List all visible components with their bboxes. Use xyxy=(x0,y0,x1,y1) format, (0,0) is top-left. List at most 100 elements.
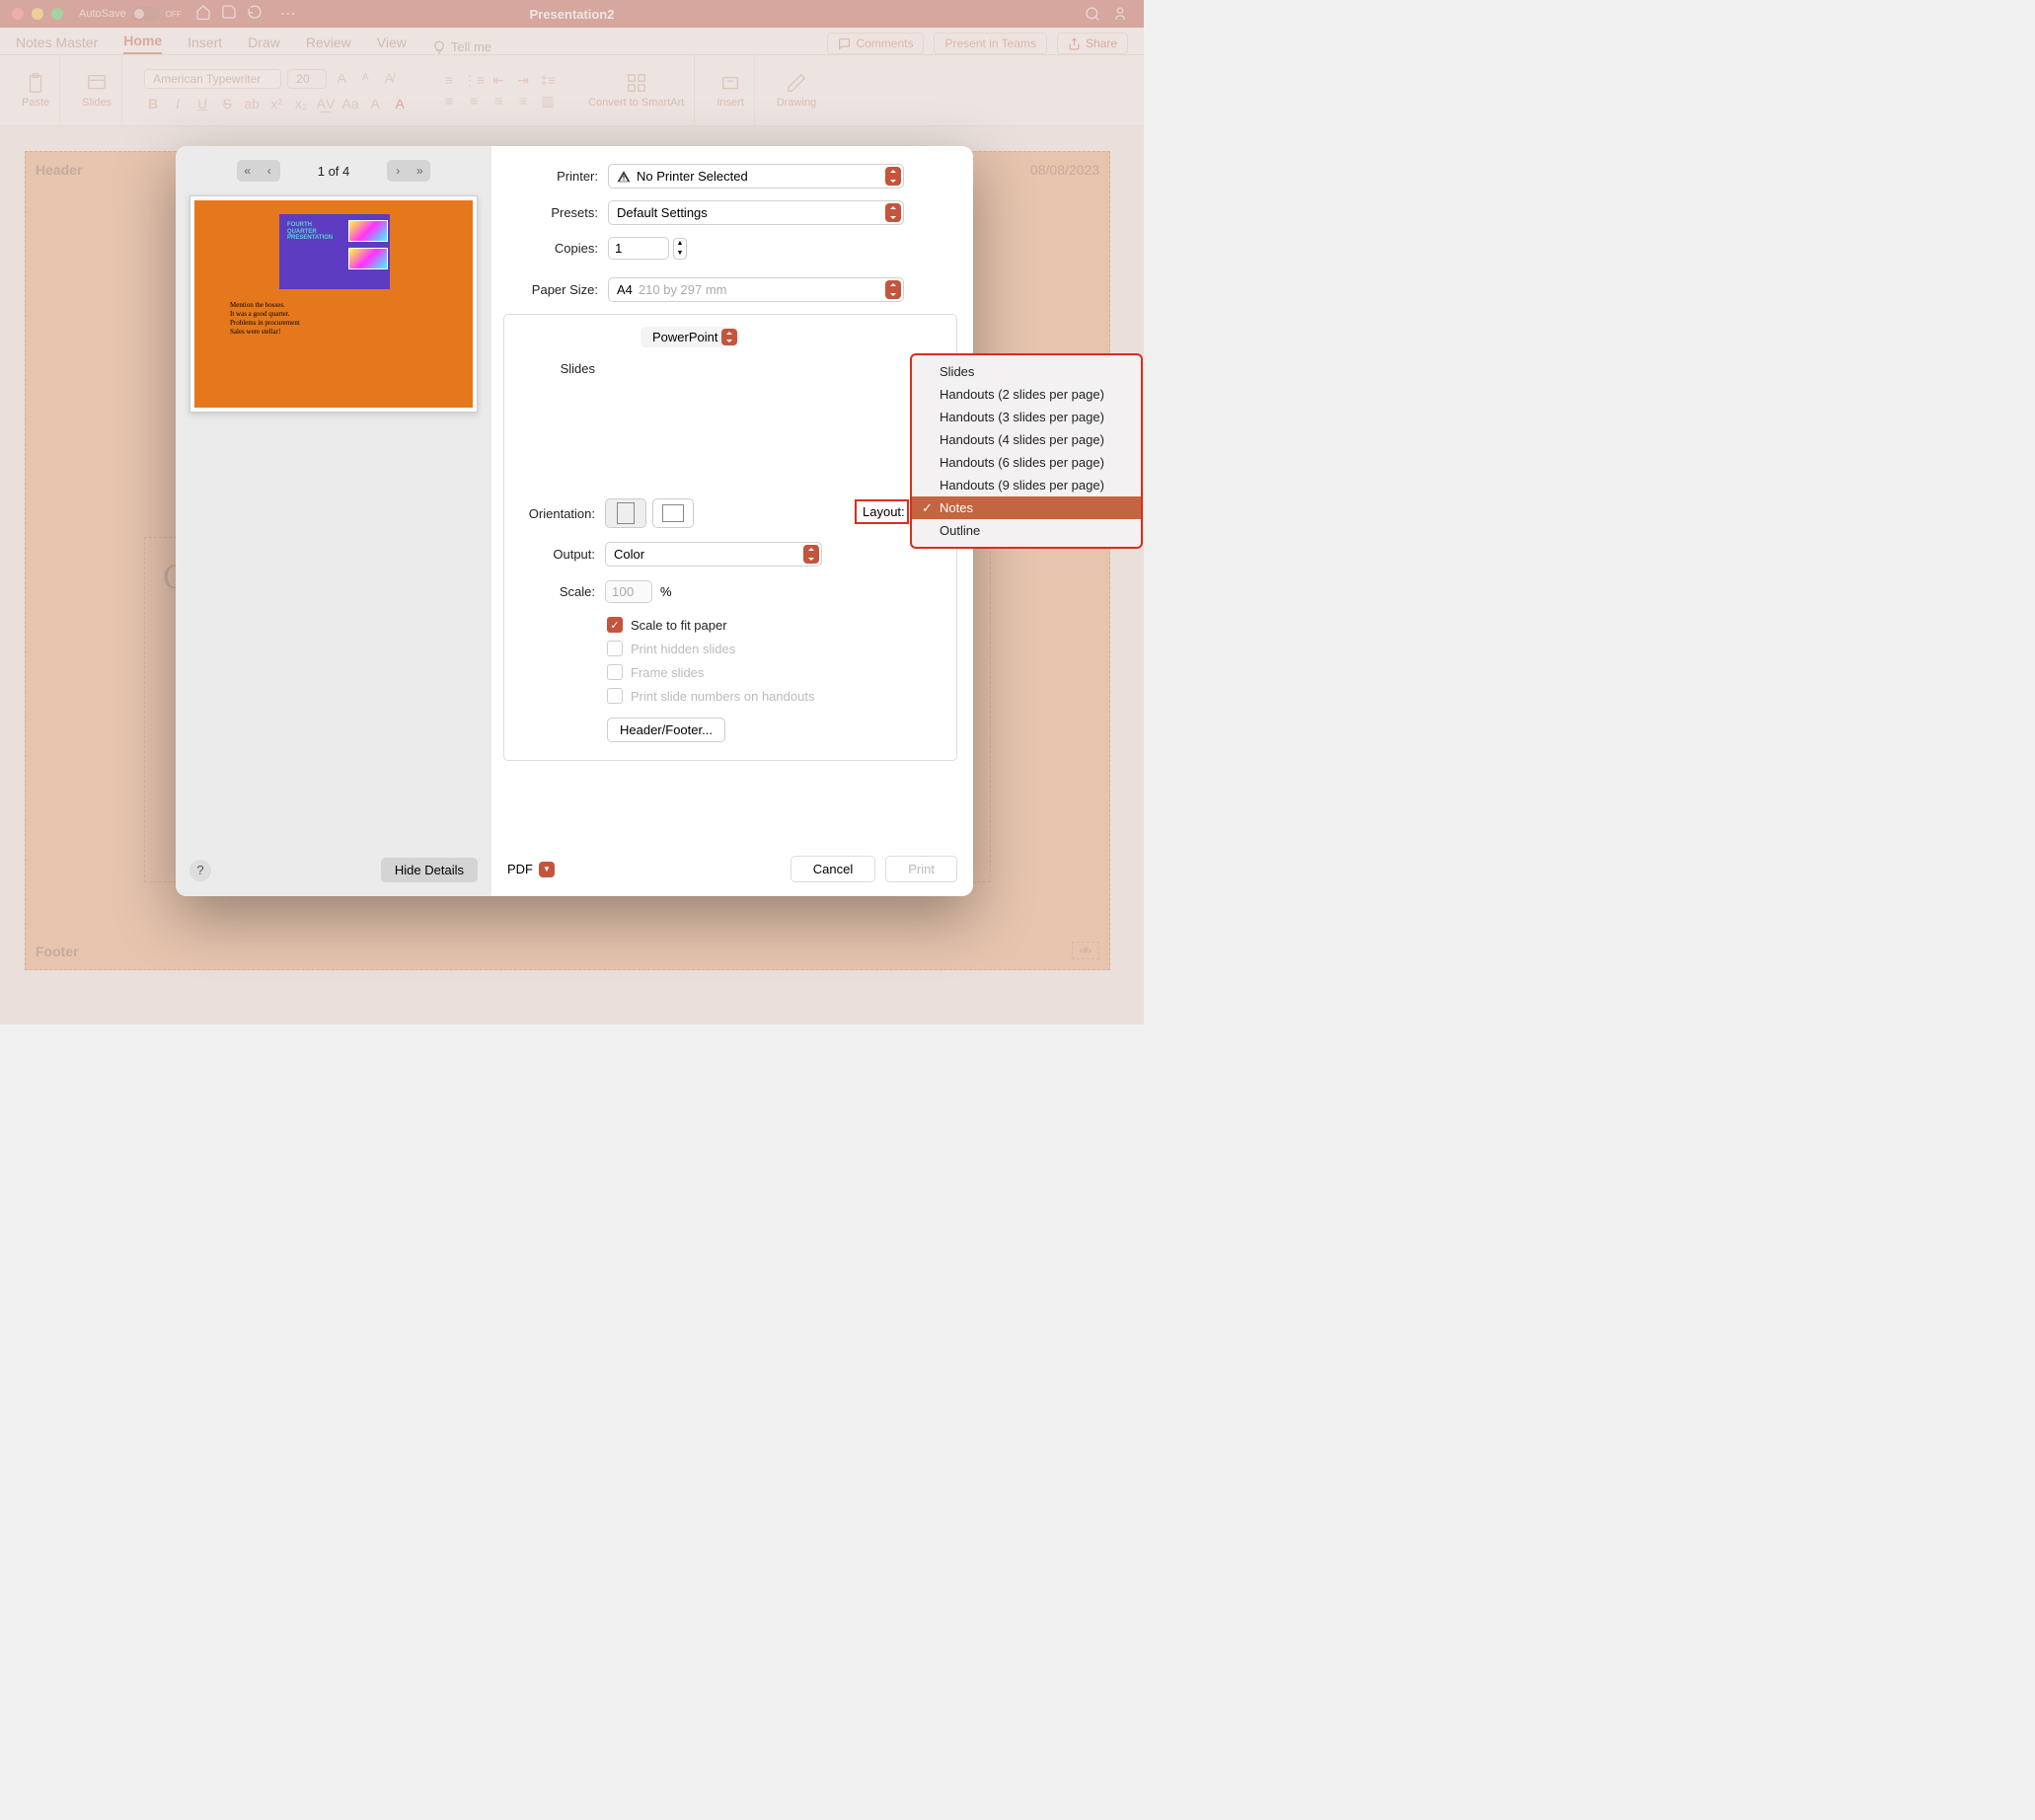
layout-option-handouts-2[interactable]: Handouts (2 slides per page) xyxy=(912,383,1141,406)
orientation-landscape-button[interactable] xyxy=(652,498,694,528)
insert-group[interactable]: Insert xyxy=(707,55,755,125)
print-button[interactable]: Print xyxy=(885,856,957,882)
justify-button[interactable]: ≡ xyxy=(514,92,532,110)
line-spacing-button[interactable]: ‡≡ xyxy=(539,71,557,89)
next-page-button[interactable]: › xyxy=(387,160,409,182)
close-window-button[interactable] xyxy=(12,8,24,20)
last-page-button[interactable]: » xyxy=(409,160,430,182)
numbering-button[interactable]: ⋮≡ xyxy=(465,71,483,89)
slides-label: Slides xyxy=(518,361,595,376)
copies-label: Copies: xyxy=(507,241,598,256)
overflow-icon[interactable]: ⋯ xyxy=(280,4,296,24)
autosave-label: AutoSave xyxy=(79,8,126,20)
slides-group[interactable]: Slides xyxy=(72,55,122,125)
copies-input[interactable] xyxy=(608,237,669,260)
layout-option-handouts-6[interactable]: Handouts (6 slides per page) xyxy=(912,451,1141,474)
header-placeholder[interactable]: Header xyxy=(36,162,82,178)
clear-format-icon[interactable]: A̸ xyxy=(380,69,398,87)
tab-insert[interactable]: Insert xyxy=(188,35,222,54)
align-center-button[interactable]: ≡ xyxy=(465,92,483,110)
paper-size-select[interactable]: A4 210 by 297 mm xyxy=(608,277,904,302)
minimize-window-button[interactable] xyxy=(32,8,43,20)
pager-label: 1 of 4 xyxy=(318,164,350,179)
bullets-button[interactable]: ≡ xyxy=(440,71,458,89)
layout-option-slides[interactable]: Slides xyxy=(912,360,1141,383)
layout-option-handouts-9[interactable]: Handouts (9 slides per page) xyxy=(912,474,1141,496)
shadow-button[interactable]: ab xyxy=(243,95,261,113)
layout-option-outline[interactable]: Outline xyxy=(912,519,1141,542)
copies-stepper[interactable]: ▲▼ xyxy=(673,238,687,260)
print-preview-pane: « ‹ 1 of 4 › » FOURTH QUARTER PRESENTATI… xyxy=(176,146,491,896)
print-hidden-checkbox: Print hidden slides xyxy=(607,641,942,656)
font-size-select[interactable]: 20 xyxy=(287,69,327,89)
subscript-button[interactable]: x₂ xyxy=(292,95,310,113)
tab-review[interactable]: Review xyxy=(306,35,351,54)
drawing-group[interactable]: Drawing xyxy=(767,55,826,125)
decrease-indent-button[interactable]: ⇤ xyxy=(490,71,507,89)
checkbox-icon xyxy=(607,688,623,704)
autosave-toggle[interactable] xyxy=(132,7,160,21)
printer-select[interactable]: No Printer Selected xyxy=(608,164,904,189)
increase-indent-button[interactable]: ⇥ xyxy=(514,71,532,89)
autosave-control[interactable]: AutoSave OFF xyxy=(79,7,182,21)
prev-page-button[interactable]: ‹ xyxy=(259,160,280,182)
orientation-portrait-button[interactable] xyxy=(605,498,646,528)
tab-home[interactable]: Home xyxy=(123,33,162,54)
save-icon[interactable] xyxy=(221,4,237,20)
tab-notes-master[interactable]: Notes Master xyxy=(16,35,98,54)
present-teams-button[interactable]: Present in Teams xyxy=(934,33,1047,54)
first-page-button[interactable]: « xyxy=(237,160,259,182)
clipboard-icon xyxy=(25,72,46,94)
share-button[interactable]: Share xyxy=(1057,33,1128,54)
tell-me-control[interactable]: Tell me xyxy=(432,39,491,54)
app-section-select[interactable]: PowerPoint xyxy=(641,327,739,347)
help-button[interactable]: ? xyxy=(189,860,211,881)
shrink-font-icon[interactable]: A xyxy=(356,69,374,87)
home-icon[interactable] xyxy=(195,4,211,20)
pdf-menu-button[interactable]: PDF ▼ xyxy=(507,862,555,877)
stepper-icon xyxy=(803,545,819,564)
paste-group[interactable]: Paste xyxy=(12,55,60,125)
checkbox-icon xyxy=(607,641,623,656)
tab-view[interactable]: View xyxy=(377,35,407,54)
header-footer-button[interactable]: Header/Footer... xyxy=(607,718,725,742)
align-left-button[interactable]: ≡ xyxy=(440,92,458,110)
smartart-icon xyxy=(626,72,647,94)
print-slide-numbers-checkbox: Print slide numbers on handouts xyxy=(607,688,942,704)
stepper-icon xyxy=(885,203,901,222)
hide-details-button[interactable]: Hide Details xyxy=(381,858,478,882)
undo-icon[interactable] xyxy=(247,4,263,20)
columns-button[interactable]: ▥ xyxy=(539,92,557,110)
underline-button[interactable]: U xyxy=(193,95,211,113)
page-number-placeholder[interactable]: ‹#› xyxy=(1072,942,1099,959)
cancel-button[interactable]: Cancel xyxy=(791,856,875,882)
comments-button[interactable]: Comments xyxy=(827,33,924,54)
zoom-window-button[interactable] xyxy=(51,8,63,20)
align-right-button[interactable]: ≡ xyxy=(490,92,507,110)
powerpoint-print-panel: PowerPoint Slides Orientation: Output: C… xyxy=(503,314,957,761)
layout-option-handouts-3[interactable]: Handouts (3 slides per page) xyxy=(912,406,1141,428)
date-placeholder[interactable]: 08/08/2023 xyxy=(1030,162,1099,178)
footer-placeholder[interactable]: Footer xyxy=(36,944,79,959)
font-name-select[interactable]: American Typewriter xyxy=(144,69,281,89)
stepper-icon xyxy=(721,329,737,345)
italic-button[interactable]: I xyxy=(169,95,187,113)
char-spacing-button[interactable]: A͟V xyxy=(317,95,335,113)
output-select[interactable]: Color xyxy=(605,542,822,567)
grow-font-icon[interactable]: A xyxy=(333,69,350,87)
scale-to-fit-checkbox[interactable]: ✓ Scale to fit paper xyxy=(607,617,942,633)
presets-select[interactable]: Default Settings xyxy=(608,200,904,225)
change-case-button[interactable]: Aa xyxy=(341,95,359,113)
font-color-button[interactable]: A xyxy=(391,95,409,113)
smartart-group[interactable]: Convert to SmartArt xyxy=(578,55,695,125)
tab-draw[interactable]: Draw xyxy=(248,35,280,54)
layout-option-handouts-4[interactable]: Handouts (4 slides per page) xyxy=(912,428,1141,451)
layout-option-notes[interactable]: Notes xyxy=(912,496,1141,519)
people-icon[interactable] xyxy=(1114,6,1130,22)
scale-input[interactable] xyxy=(605,580,652,603)
search-icon[interactable] xyxy=(1085,6,1100,22)
superscript-button[interactable]: x² xyxy=(267,95,285,113)
strike-button[interactable]: S xyxy=(218,95,236,113)
bold-button[interactable]: B xyxy=(144,95,162,113)
highlight-button[interactable]: A xyxy=(366,95,384,113)
